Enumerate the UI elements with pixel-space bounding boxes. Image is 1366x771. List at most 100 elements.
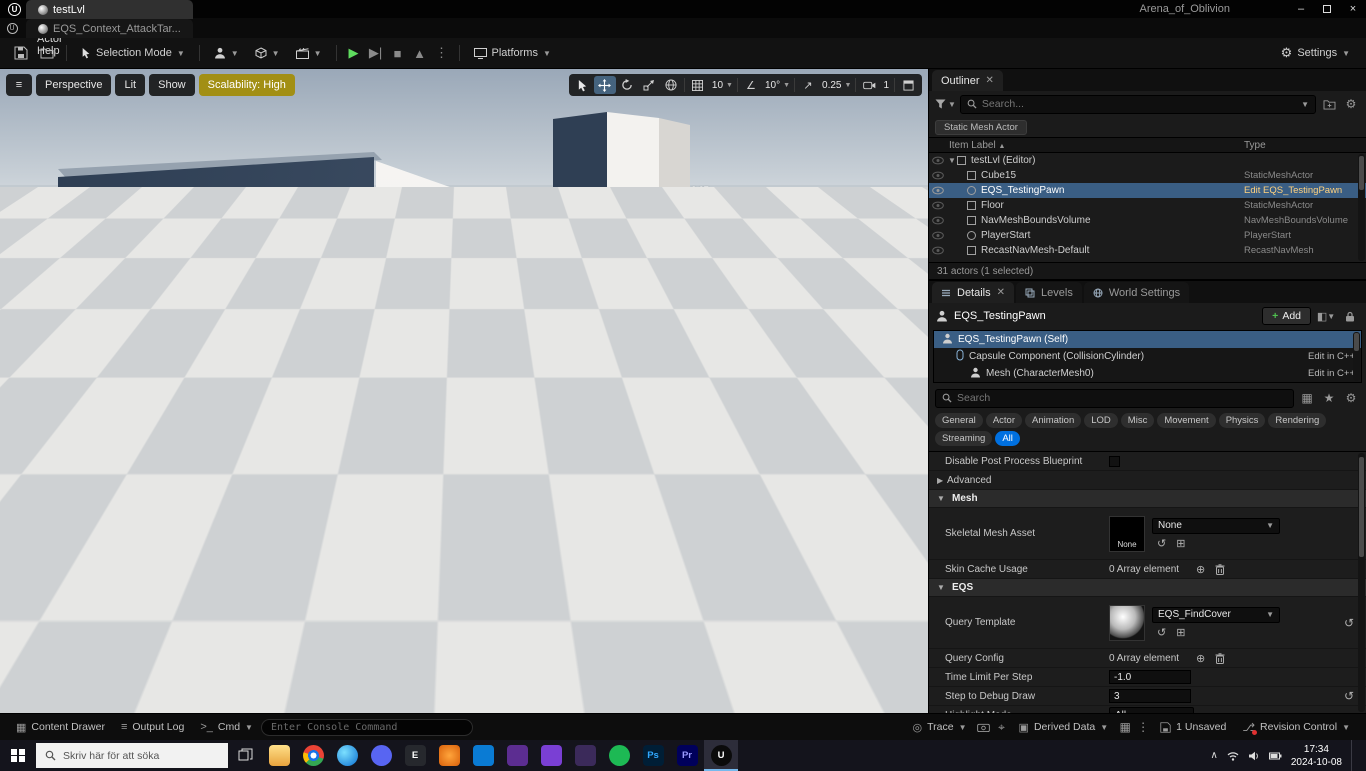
stop-button[interactable]: ■ [387, 42, 409, 64]
details-search-input[interactable]: Search [935, 389, 1294, 408]
category-advanced[interactable]: ▶Advanced [929, 471, 1366, 490]
reset-to-default-icon[interactable]: ↺ [1344, 689, 1354, 703]
eye-icon[interactable] [929, 216, 947, 225]
target-icon[interactable]: ⌖ [993, 718, 1011, 736]
maximize-button[interactable] [1314, 0, 1340, 18]
outliner-scrollbar[interactable] [1358, 154, 1365, 261]
outliner-row-cube15[interactable]: Cube15StaticMeshActor [929, 168, 1366, 183]
battery-icon[interactable] [1269, 752, 1282, 760]
tab-details[interactable]: Details✕ [932, 282, 1014, 303]
frame-skip-button[interactable]: ▶| [365, 42, 387, 64]
component-tree-scrollbar[interactable] [1353, 332, 1360, 381]
chevron-down-icon[interactable]: ▼ [726, 82, 735, 89]
outliner-row-testlvl-editor[interactable]: ▼testLvl (Editor) [929, 153, 1366, 168]
task-view-button[interactable] [228, 740, 262, 771]
rotate-tool-button[interactable] [616, 76, 638, 94]
eye-icon[interactable] [929, 246, 947, 255]
chevron-down-icon[interactable]: ▼ [783, 82, 792, 89]
selection-mode-dropdown[interactable]: Selection Mode ▼ [73, 42, 193, 64]
scale-snap-button[interactable]: ↗ [797, 76, 819, 94]
column-type[interactable]: Type [1244, 140, 1366, 151]
tab-eqs-context-attacktar[interactable]: EQS_Context_AttackTar... [26, 19, 193, 38]
scrollbar-thumb[interactable] [1359, 156, 1364, 190]
close-icon[interactable]: ✕ [997, 287, 1005, 298]
transform-gizmo[interactable] [556, 237, 726, 387]
move-tool-button[interactable] [594, 76, 616, 94]
edit-in-cpp-link[interactable]: Edit in C++ [1308, 351, 1355, 362]
component-capsule-component-collisioncylinder[interactable]: Capsule Component (CollisionCylinder)Edi… [934, 348, 1361, 365]
taskbar-app-premiere[interactable]: Pr [670, 740, 704, 771]
settings-dropdown[interactable]: ⚙ Settings ▼ [1273, 42, 1358, 64]
browse-to-asset-icon[interactable]: ⊞ [1176, 626, 1185, 639]
taskbar-app-unreal-editor[interactable]: U [704, 740, 738, 771]
outliner-row-floor[interactable]: FloorStaticMeshActor [929, 198, 1366, 213]
maximize-viewport-button[interactable] [897, 76, 919, 94]
reset-to-default-icon[interactable]: ↺ [1344, 616, 1354, 630]
outliner-search-input[interactable]: Search... ▼ [960, 95, 1316, 114]
category-chip-rendering[interactable]: Rendering [1268, 413, 1326, 428]
section-mesh[interactable]: ▼Mesh [929, 490, 1366, 508]
save-button[interactable] [8, 42, 34, 64]
use-selected-asset-icon[interactable]: ↺ [1157, 626, 1166, 639]
outliner-row-navmeshboundsvolume[interactable]: NavMeshBoundsVolumeNavMeshBoundsVolume [929, 213, 1366, 228]
taskbar-app-edge[interactable] [330, 740, 364, 771]
delete-elements-icon[interactable] [1215, 653, 1225, 664]
blueprints-dropdown[interactable]: ▼ [206, 42, 247, 64]
section-eqs[interactable]: ▼EQS [929, 579, 1366, 597]
unsaved-button[interactable]: 1 Unsaved [1152, 721, 1234, 733]
scrollbar-thumb[interactable] [1359, 457, 1364, 557]
text-input[interactable]: 3 [1109, 689, 1191, 703]
category-chip-animation[interactable]: Animation [1025, 413, 1081, 428]
asset-thumbnail[interactable] [1109, 605, 1145, 641]
viewport-options-button[interactable]: ≡ [6, 74, 32, 96]
play-options-kebab[interactable]: ⋮ [431, 42, 453, 64]
favorites-button[interactable]: ★ [1320, 389, 1338, 407]
show-flags-button[interactable]: Show [149, 74, 195, 96]
new-folder-button[interactable] [1320, 95, 1338, 113]
taskbar-app-affinity[interactable] [534, 740, 568, 771]
tab-world-settings[interactable]: World Settings [1084, 282, 1189, 303]
taskbar-app-visual-studio[interactable] [500, 740, 534, 771]
cinematics-dropdown[interactable]: ▼ [288, 42, 330, 64]
category-chip-streaming[interactable]: Streaming [935, 431, 992, 446]
dropdown[interactable]: All▼ [1109, 707, 1194, 713]
revision-control-dropdown[interactable]: ⎇ Revision Control ▼ [1234, 721, 1358, 734]
camera-speed-button[interactable] [858, 76, 880, 94]
screenshot-icon[interactable] [975, 718, 993, 736]
tab-levels[interactable]: Levels [1016, 282, 1082, 303]
scrollbar-thumb[interactable] [1354, 333, 1359, 351]
details-settings-button[interactable]: ⚙ [1342, 389, 1360, 407]
view-mode-button[interactable]: Lit [115, 74, 145, 96]
display-mode-button[interactable]: ▦ [1298, 389, 1316, 407]
player-start-actor[interactable] [218, 379, 288, 434]
outliner-filter-button[interactable]: ▼ [935, 99, 956, 109]
category-chip-actor[interactable]: Actor [986, 413, 1022, 428]
camera-speed-value[interactable]: 1 [880, 80, 892, 91]
volume-icon[interactable] [1248, 751, 1260, 761]
taskbar-app-file-explorer[interactable] [262, 740, 296, 771]
eye-icon[interactable] [929, 201, 947, 210]
taskbar-search-input[interactable]: Skriv här för att söka [36, 743, 228, 768]
checkbox[interactable] [1109, 456, 1120, 467]
asset-thumbnail[interactable]: None [1109, 516, 1145, 552]
trace-dropdown[interactable]: ◎ Trace ▼ [905, 721, 975, 734]
add-element-icon[interactable]: ⊕ [1196, 563, 1205, 576]
play-button[interactable]: ▶ [343, 42, 365, 64]
cmd-dropdown[interactable]: >_ Cmd ▼ [192, 714, 261, 740]
world-coordinate-button[interactable] [660, 76, 682, 94]
network-icon[interactable] [1227, 751, 1239, 761]
eye-icon[interactable] [929, 156, 947, 165]
perspective-button[interactable]: Perspective [36, 74, 111, 96]
category-chip-all[interactable]: All [995, 431, 1020, 446]
level-viewport[interactable]: Trace(1)Trace(1)Trace(1)Trace(1)Trace(1)… [0, 69, 928, 713]
add-component-button[interactable]: +Add [1262, 307, 1311, 325]
use-selected-asset-icon[interactable]: ↺ [1157, 537, 1166, 550]
text-input[interactable]: -1.0 [1109, 670, 1191, 684]
editor-home-button[interactable]: U [0, 19, 24, 38]
outliner-row-recastnavmesh-default[interactable]: RecastNavMesh-DefaultRecastNavMesh [929, 243, 1366, 258]
content-drawer-button[interactable]: ▦ Content Drawer [8, 714, 113, 740]
kebab-menu-icon[interactable]: ⋮ [1134, 718, 1152, 736]
eye-icon[interactable] [929, 186, 947, 195]
taskbar-app-obsidian[interactable] [568, 740, 602, 771]
taskbar-app-vscode[interactable] [466, 740, 500, 771]
